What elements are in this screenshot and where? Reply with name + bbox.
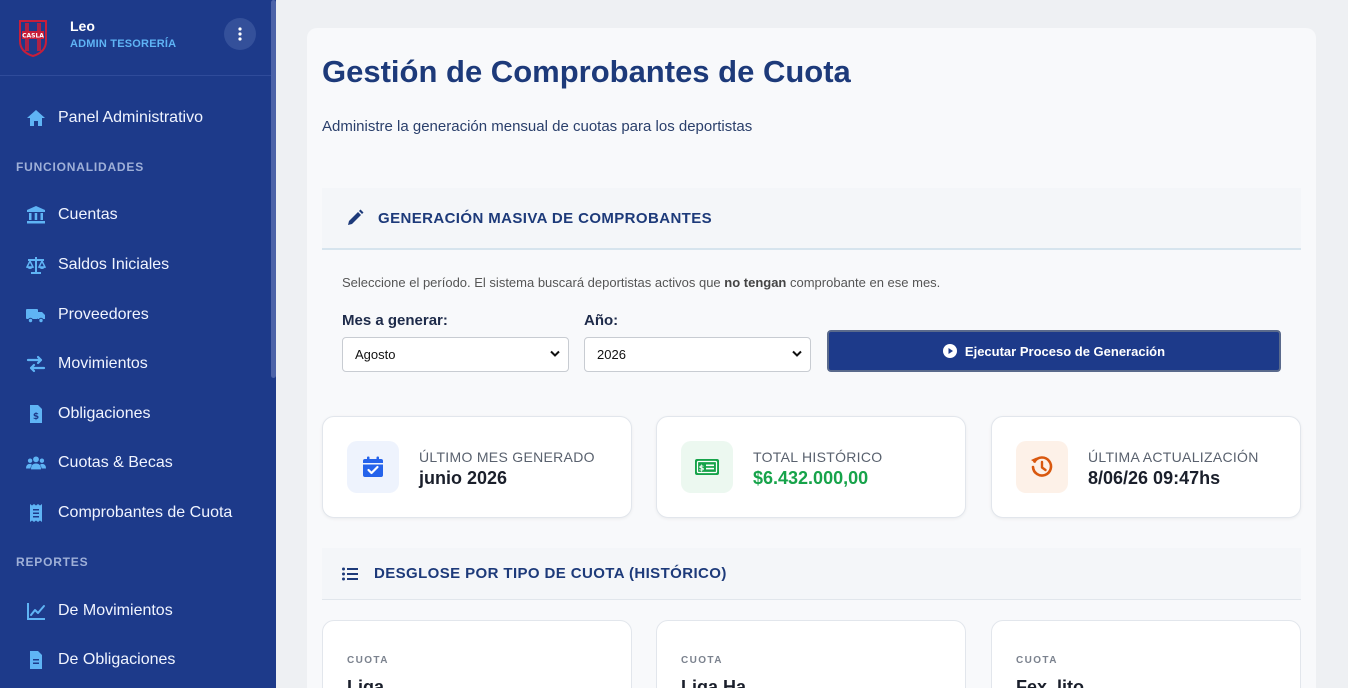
- sidebar-item-reporte-movimientos[interactable]: De Movimientos: [0, 586, 276, 636]
- sidebar-item-label: Proveedores: [58, 305, 149, 323]
- user-name: Leo: [70, 17, 95, 34]
- cuota-card: CUOTA Liga Ha...: [656, 620, 966, 688]
- year-select[interactable]: 2026: [584, 337, 811, 372]
- chart-line-icon: [27, 602, 45, 620]
- pencil-icon: [348, 209, 364, 225]
- page-subtitle: Administre la generación mensual de cuot…: [322, 118, 753, 135]
- cuota-card: CUOTA Liga: [322, 620, 632, 688]
- page-title: Gestión de Comprobantes de Cuota: [322, 54, 851, 89]
- history-icon: [1031, 456, 1053, 477]
- scale-icon: [26, 256, 46, 274]
- cuota-label: CUOTA: [681, 655, 723, 666]
- play-circle-icon: [942, 344, 957, 358]
- sidebar-item-label: De Obligaciones: [58, 651, 176, 669]
- svg-text:$: $: [33, 412, 39, 422]
- sidebar-item-label: Cuotas & Becas: [58, 454, 173, 472]
- stat-value: $6.432.000,00: [753, 468, 869, 488]
- sidebar-nav: Panel Administrativo FUNCIONALIDADES Cue…: [0, 76, 276, 685]
- cuota-card: CUOTA Fex..lito: [991, 620, 1301, 688]
- main-content: Gestión de Comprobantes de Cuota Adminis…: [307, 28, 1316, 688]
- sidebar: CASLA Leo ADMIN TESORERÍA Panel Administ…: [0, 0, 276, 688]
- receipt-icon: [30, 503, 42, 522]
- money-bill-icon: $: [695, 459, 719, 475]
- cuota-name: Liga: [347, 677, 385, 688]
- sidebar-item-label: De Movimientos: [58, 601, 173, 619]
- user-role: ADMIN TESORERÍA: [70, 37, 177, 50]
- breakdown-section-header: DESGLOSE POR TIPO DE CUOTA (HISTÓRICO): [322, 548, 1301, 600]
- user-menu-button[interactable]: [224, 17, 256, 50]
- svg-text:$: $: [699, 464, 705, 473]
- sidebar-section-funcionalidades: FUNCIONALIDADES: [16, 159, 144, 174]
- stat-value: 8/06/26 09:47hs: [1088, 468, 1221, 488]
- cuota-name: Liga Ha...: [681, 677, 762, 688]
- run-generation-button[interactable]: Ejecutar Proceso de Generación: [827, 330, 1281, 372]
- home-icon: [27, 109, 45, 126]
- club-logo: CASLA: [19, 19, 47, 57]
- sidebar-item-label: Comprobantes de Cuota: [58, 503, 233, 521]
- invoice-icon: $: [30, 404, 42, 423]
- sidebar-item-label: Cuentas: [58, 206, 118, 224]
- calendar-check-icon: [363, 456, 383, 477]
- month-select[interactable]: Agosto: [342, 337, 569, 372]
- run-generation-label: Ejecutar Proceso de Generación: [964, 343, 1166, 359]
- sidebar-item-label: Panel Administrativo: [58, 108, 203, 126]
- sidebar-header: CASLA Leo ADMIN TESORERÍA: [0, 0, 276, 76]
- cuota-label: CUOTA: [1016, 655, 1058, 666]
- stat-card-last-month: ÚLTIMO MES GENERADO junio 2026: [322, 416, 632, 518]
- logo-text: CASLA: [22, 32, 44, 39]
- chevron-down-icon: [792, 350, 802, 357]
- chevron-down-icon: [550, 350, 560, 357]
- sidebar-item-movimientos[interactable]: Movimientos: [0, 339, 276, 389]
- sidebar-item-obligaciones[interactable]: $ Obligaciones: [0, 389, 276, 439]
- sidebar-item-panel[interactable]: Panel Administrativo: [0, 93, 276, 143]
- sidebar-item-label: Saldos Iniciales: [58, 255, 170, 273]
- sidebar-item-comprobantes[interactable]: Comprobantes de Cuota: [0, 488, 276, 538]
- sidebar-item-label: Obligaciones: [58, 404, 151, 422]
- generation-note: Seleccione el período. El sistema buscar…: [342, 275, 941, 290]
- month-label: Mes a generar:: [342, 312, 448, 329]
- generation-heading: GENERACIÓN MASIVA DE COMPROBANTES: [378, 209, 713, 227]
- stat-card-total: $ TOTAL HISTÓRICO $6.432.000,00: [656, 416, 966, 518]
- arrows-icon: [26, 356, 46, 373]
- sidebar-item-proveedores[interactable]: Proveedores: [0, 290, 276, 340]
- year-label: Año:: [584, 312, 619, 329]
- generation-section-header: GENERACIÓN MASIVA DE COMPROBANTES: [322, 188, 1301, 250]
- sidebar-item-cuentas[interactable]: Cuentas: [0, 191, 276, 241]
- bank-icon: [27, 206, 45, 224]
- cuota-label: CUOTA: [347, 655, 389, 666]
- truck-icon: [26, 308, 45, 323]
- stat-label: ÚLTIMO MES GENERADO: [419, 449, 595, 465]
- month-select-value: Agosto: [355, 347, 396, 362]
- stat-value: junio 2026: [419, 468, 508, 488]
- list-icon: [342, 567, 358, 580]
- more-vertical-icon: [238, 26, 242, 41]
- stat-label: ÚLTIMA ACTUALIZACIÓN: [1088, 449, 1259, 465]
- sidebar-section-reportes: REPORTES: [16, 554, 89, 569]
- stat-label: TOTAL HISTÓRICO: [753, 449, 883, 465]
- year-select-value: 2026: [597, 347, 626, 362]
- users-icon: [26, 456, 46, 470]
- sidebar-item-reporte-obligaciones[interactable]: De Obligaciones: [0, 635, 276, 685]
- document-icon: [30, 651, 42, 670]
- sidebar-item-saldos[interactable]: Saldos Iniciales: [0, 240, 276, 290]
- stat-card-last-update: ÚLTIMA ACTUALIZACIÓN 8/06/26 09:47hs: [991, 416, 1301, 518]
- breakdown-heading: DESGLOSE POR TIPO DE CUOTA (HISTÓRICO): [374, 565, 727, 582]
- sidebar-item-cuotas-becas[interactable]: Cuotas & Becas: [0, 439, 276, 489]
- cuota-name: Fex..lito: [1016, 677, 1085, 688]
- stat-icon-wrap: [347, 441, 399, 493]
- sidebar-item-label: Movimientos: [58, 355, 148, 373]
- stat-icon-wrap: [1016, 441, 1068, 493]
- stat-icon-wrap: $: [681, 441, 733, 493]
